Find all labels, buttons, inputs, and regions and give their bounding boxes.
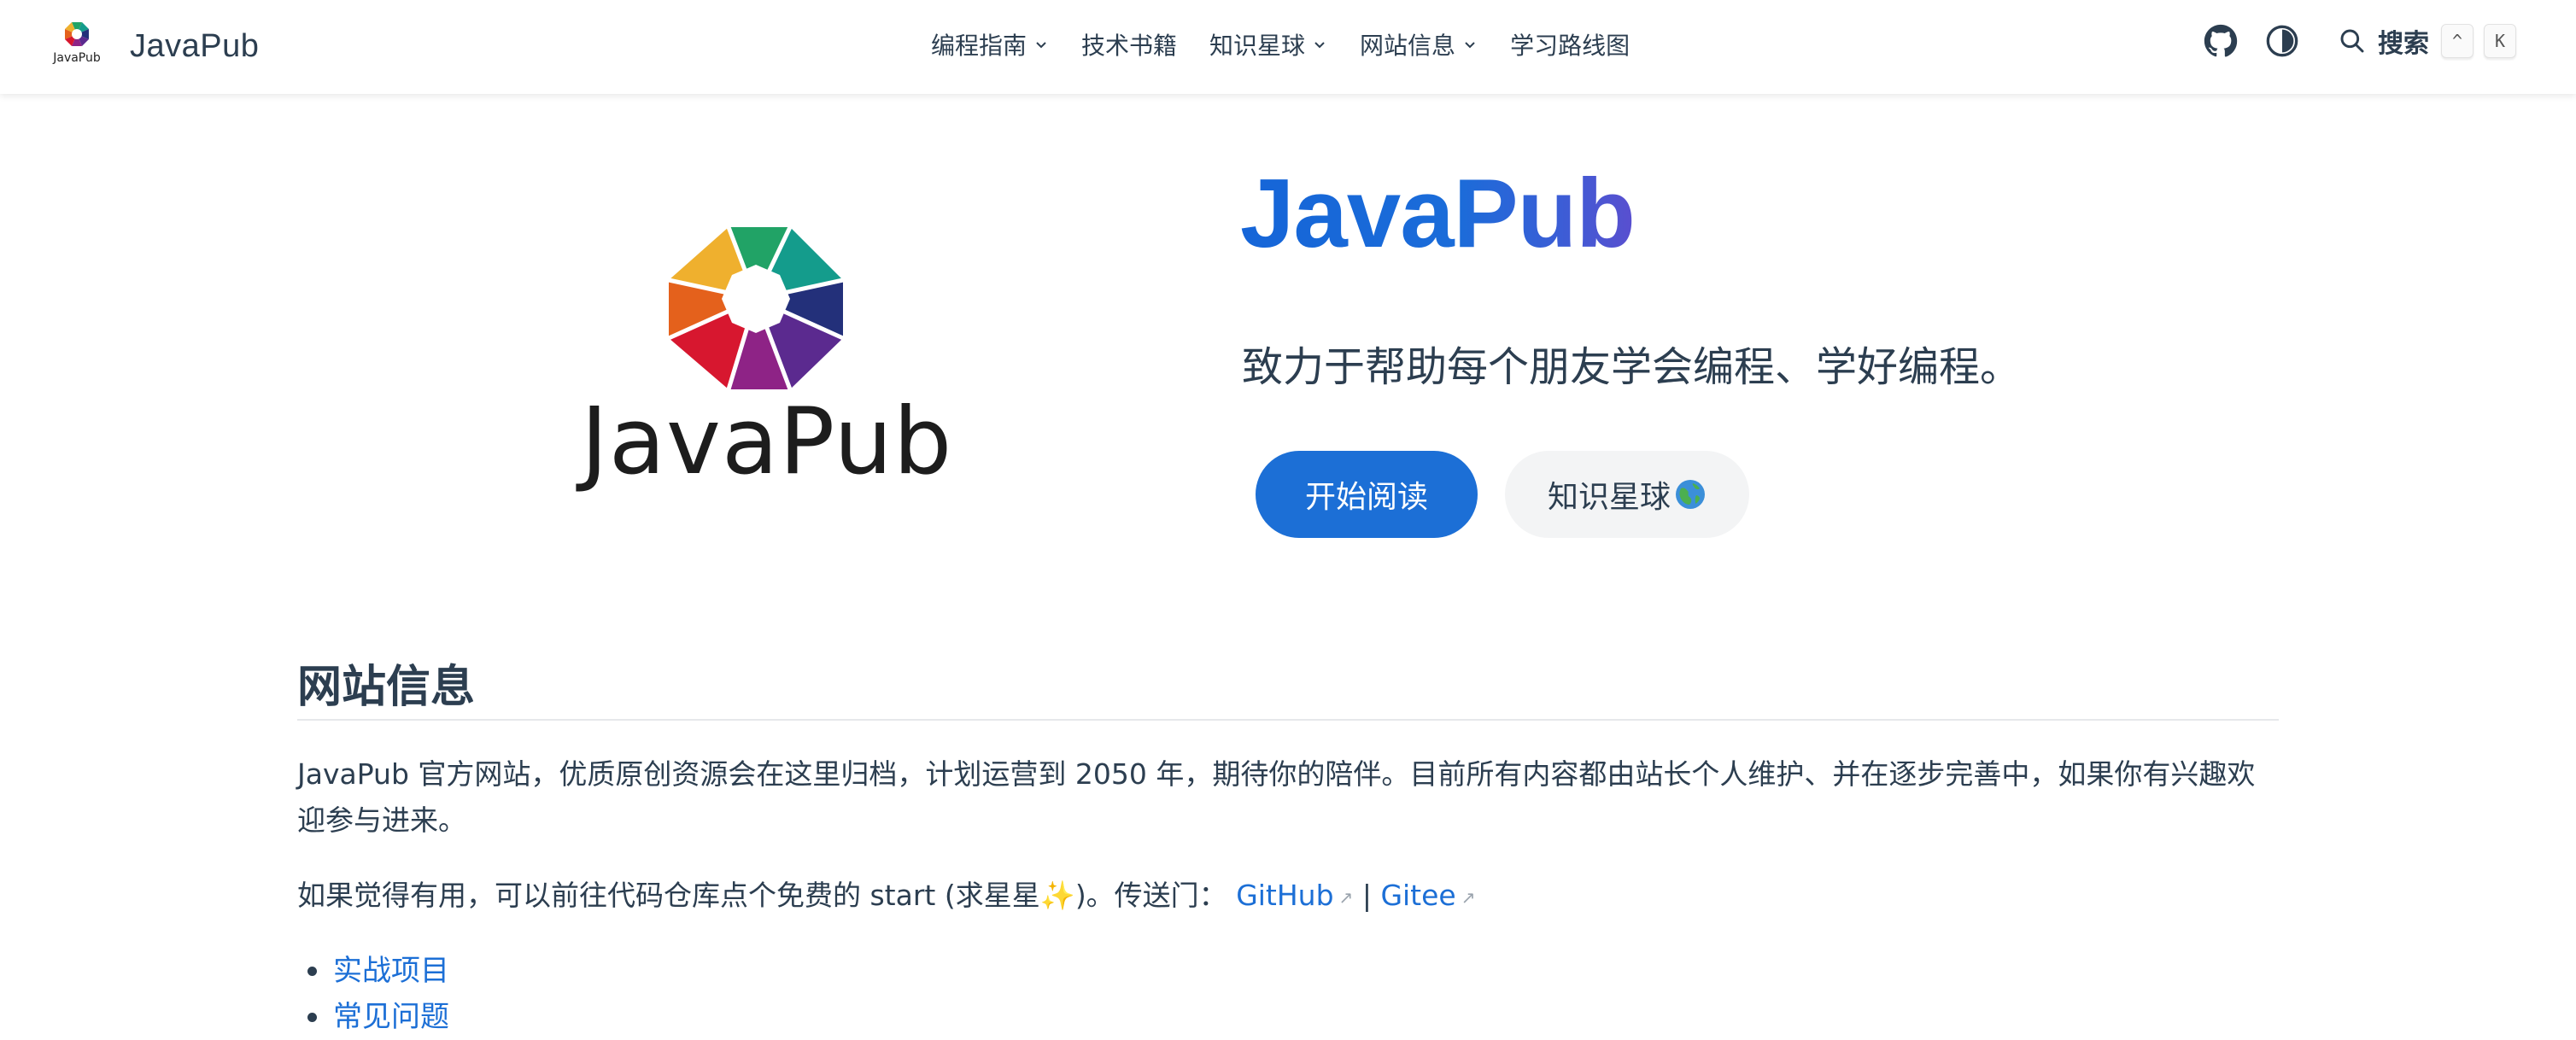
- shortcut-key-ctrl: ^: [2441, 24, 2474, 58]
- github-link-label: GitHub: [1236, 879, 1334, 912]
- section-title-site-info: 网站信息: [297, 662, 476, 713]
- theme-toggle-icon: [2266, 25, 2298, 57]
- practical-projects-link[interactable]: 实战项目: [333, 954, 449, 988]
- nav-item-programming-guide[interactable]: 编程指南: [931, 26, 1049, 63]
- external-link-icon: ↗: [1338, 887, 1354, 908]
- knowledge-planet-label: 知识星球: [1547, 480, 1671, 515]
- nav-item-label: 学习路线图: [1510, 32, 1630, 60]
- globe-icon: [1676, 480, 1705, 509]
- brand-logo-caption: JavaPub: [53, 51, 101, 65]
- shortcut-key-k: K: [2484, 24, 2516, 58]
- nav-item-knowledge-planet[interactable]: 知识星球: [1209, 26, 1327, 63]
- intro-paragraph: JavaPub 官方网站，优质原创资源会在这里归档，计划运营到 2050 年，期…: [297, 757, 2256, 837]
- nav-item-label: 知识星球: [1209, 32, 1306, 60]
- nav-item-learning-roadmap[interactable]: 学习路线图: [1510, 26, 1630, 63]
- aperture-logo-icon: [65, 22, 89, 46]
- chevron-down-icon: [1314, 42, 1325, 49]
- nav-item-label: 网站信息: [1360, 32, 1456, 60]
- list-item: 实战项目: [307, 948, 449, 994]
- external-link-icon: ↗: [1461, 887, 1476, 908]
- star-request-text: 如果觉得有用，可以前往代码仓库点个免费的 start (求星星: [297, 879, 1040, 912]
- start-reading-label: 开始阅读: [1304, 480, 1428, 515]
- search-icon: [2340, 29, 2364, 53]
- brand-name: JavaPub: [130, 27, 260, 64]
- chevron-down-icon: [1036, 42, 1046, 49]
- brand-logo: JavaPub: [51, 15, 102, 77]
- gitee-link-label: Gitee: [1380, 879, 1456, 912]
- github-icon: [2204, 24, 2238, 57]
- link-separator: |: [1361, 879, 1372, 912]
- search-label: 搜索: [2378, 29, 2429, 59]
- quick-links-list: 实战项目 常见问题: [307, 948, 449, 1040]
- github-repo-link[interactable]: GitHub ↗: [1236, 879, 1353, 912]
- star-request-suffix: )。传送门：: [1074, 879, 1227, 912]
- search-button[interactable]: 搜索 ^ K: [2339, 22, 2516, 60]
- nav-menu: 编程指南 技术书籍 知识星球 网站信息 学习路线图: [931, 26, 1662, 63]
- start-reading-button[interactable]: 开始阅读: [1256, 451, 1478, 538]
- hero-tagline: 致力于帮助每个朋友学会编程、学好编程。: [1242, 343, 2022, 391]
- nav-item-label: 编程指南: [931, 32, 1027, 60]
- chevron-down-icon: [1465, 42, 1475, 49]
- knowledge-planet-button[interactable]: 知识星球: [1505, 451, 1749, 538]
- nav-item-tech-books[interactable]: 技术书籍: [1081, 26, 1177, 63]
- hero-title: JavaPub: [1240, 160, 1636, 268]
- star-request-paragraph: 如果觉得有用，可以前往代码仓库点个免费的 start (求星星✨)。传送门： G…: [297, 873, 2279, 920]
- gitee-repo-link[interactable]: Gitee ↗: [1380, 879, 1475, 912]
- sparkle-emoji: ✨: [1039, 879, 1075, 912]
- list-item: 常见问题: [307, 994, 449, 1040]
- github-link[interactable]: [2202, 22, 2239, 60]
- nav-item-site-info[interactable]: 网站信息: [1360, 26, 1478, 63]
- nav-actions: 搜索 ^ K: [2202, 22, 2516, 60]
- top-navbar: JavaPub JavaPub 编程指南 技术书籍 知识星球 网站信息 学习路线…: [0, 0, 2576, 94]
- brand-home-link[interactable]: JavaPub JavaPub: [51, 15, 259, 77]
- nav-item-label: 技术书籍: [1081, 32, 1178, 60]
- section-divider: [297, 719, 2279, 721]
- theme-toggle-button[interactable]: [2263, 22, 2301, 60]
- faq-link[interactable]: 常见问题: [333, 1000, 449, 1034]
- hero-logo-text: JavaPub: [581, 389, 953, 495]
